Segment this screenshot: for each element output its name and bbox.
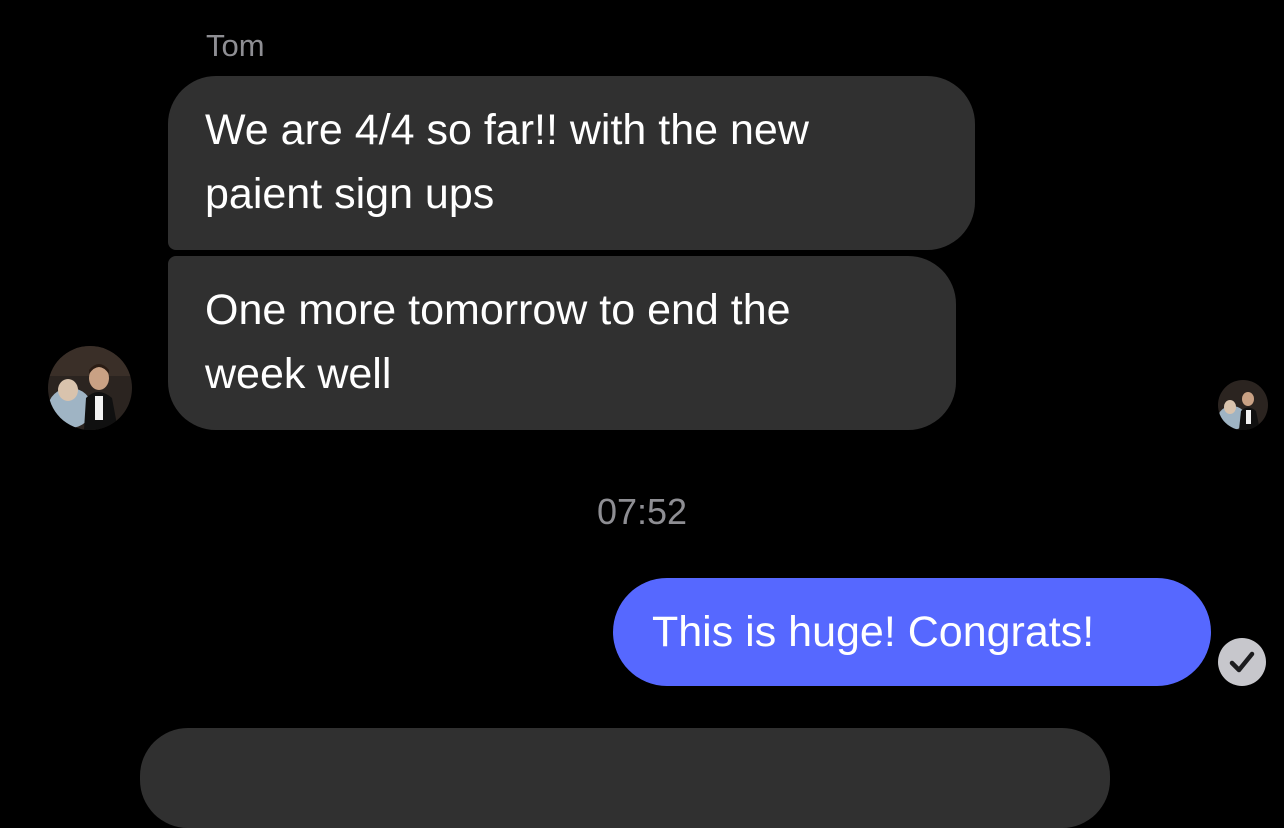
message-text-line: We are 4/4 so far!! with the new xyxy=(205,106,809,154)
message-text-line: week well xyxy=(205,350,392,398)
read-receipt-avatar xyxy=(1218,380,1268,430)
checkmark-icon xyxy=(1229,651,1255,673)
avatar-photo-icon xyxy=(1218,380,1268,430)
avatar-photo-icon xyxy=(48,346,132,430)
sender-name: Tom xyxy=(206,28,265,63)
message-bubble-outgoing[interactable]: This is huge! Congrats! xyxy=(613,578,1211,686)
message-bubble-incoming[interactable] xyxy=(140,728,1110,828)
message-timestamp: 07:52 xyxy=(596,491,688,532)
delivery-status xyxy=(1218,638,1266,686)
message-text-line: One more tomorrow to end the xyxy=(205,286,791,334)
contact-avatar[interactable] xyxy=(48,346,132,430)
message-bubble-incoming[interactable]: We are 4/4 so far!! with the new paient … xyxy=(168,76,975,250)
message-bubble-incoming[interactable]: One more tomorrow to end the week well xyxy=(168,256,956,430)
message-text-line: paient sign ups xyxy=(205,170,495,218)
message-text: This is huge! Congrats! xyxy=(652,608,1095,656)
